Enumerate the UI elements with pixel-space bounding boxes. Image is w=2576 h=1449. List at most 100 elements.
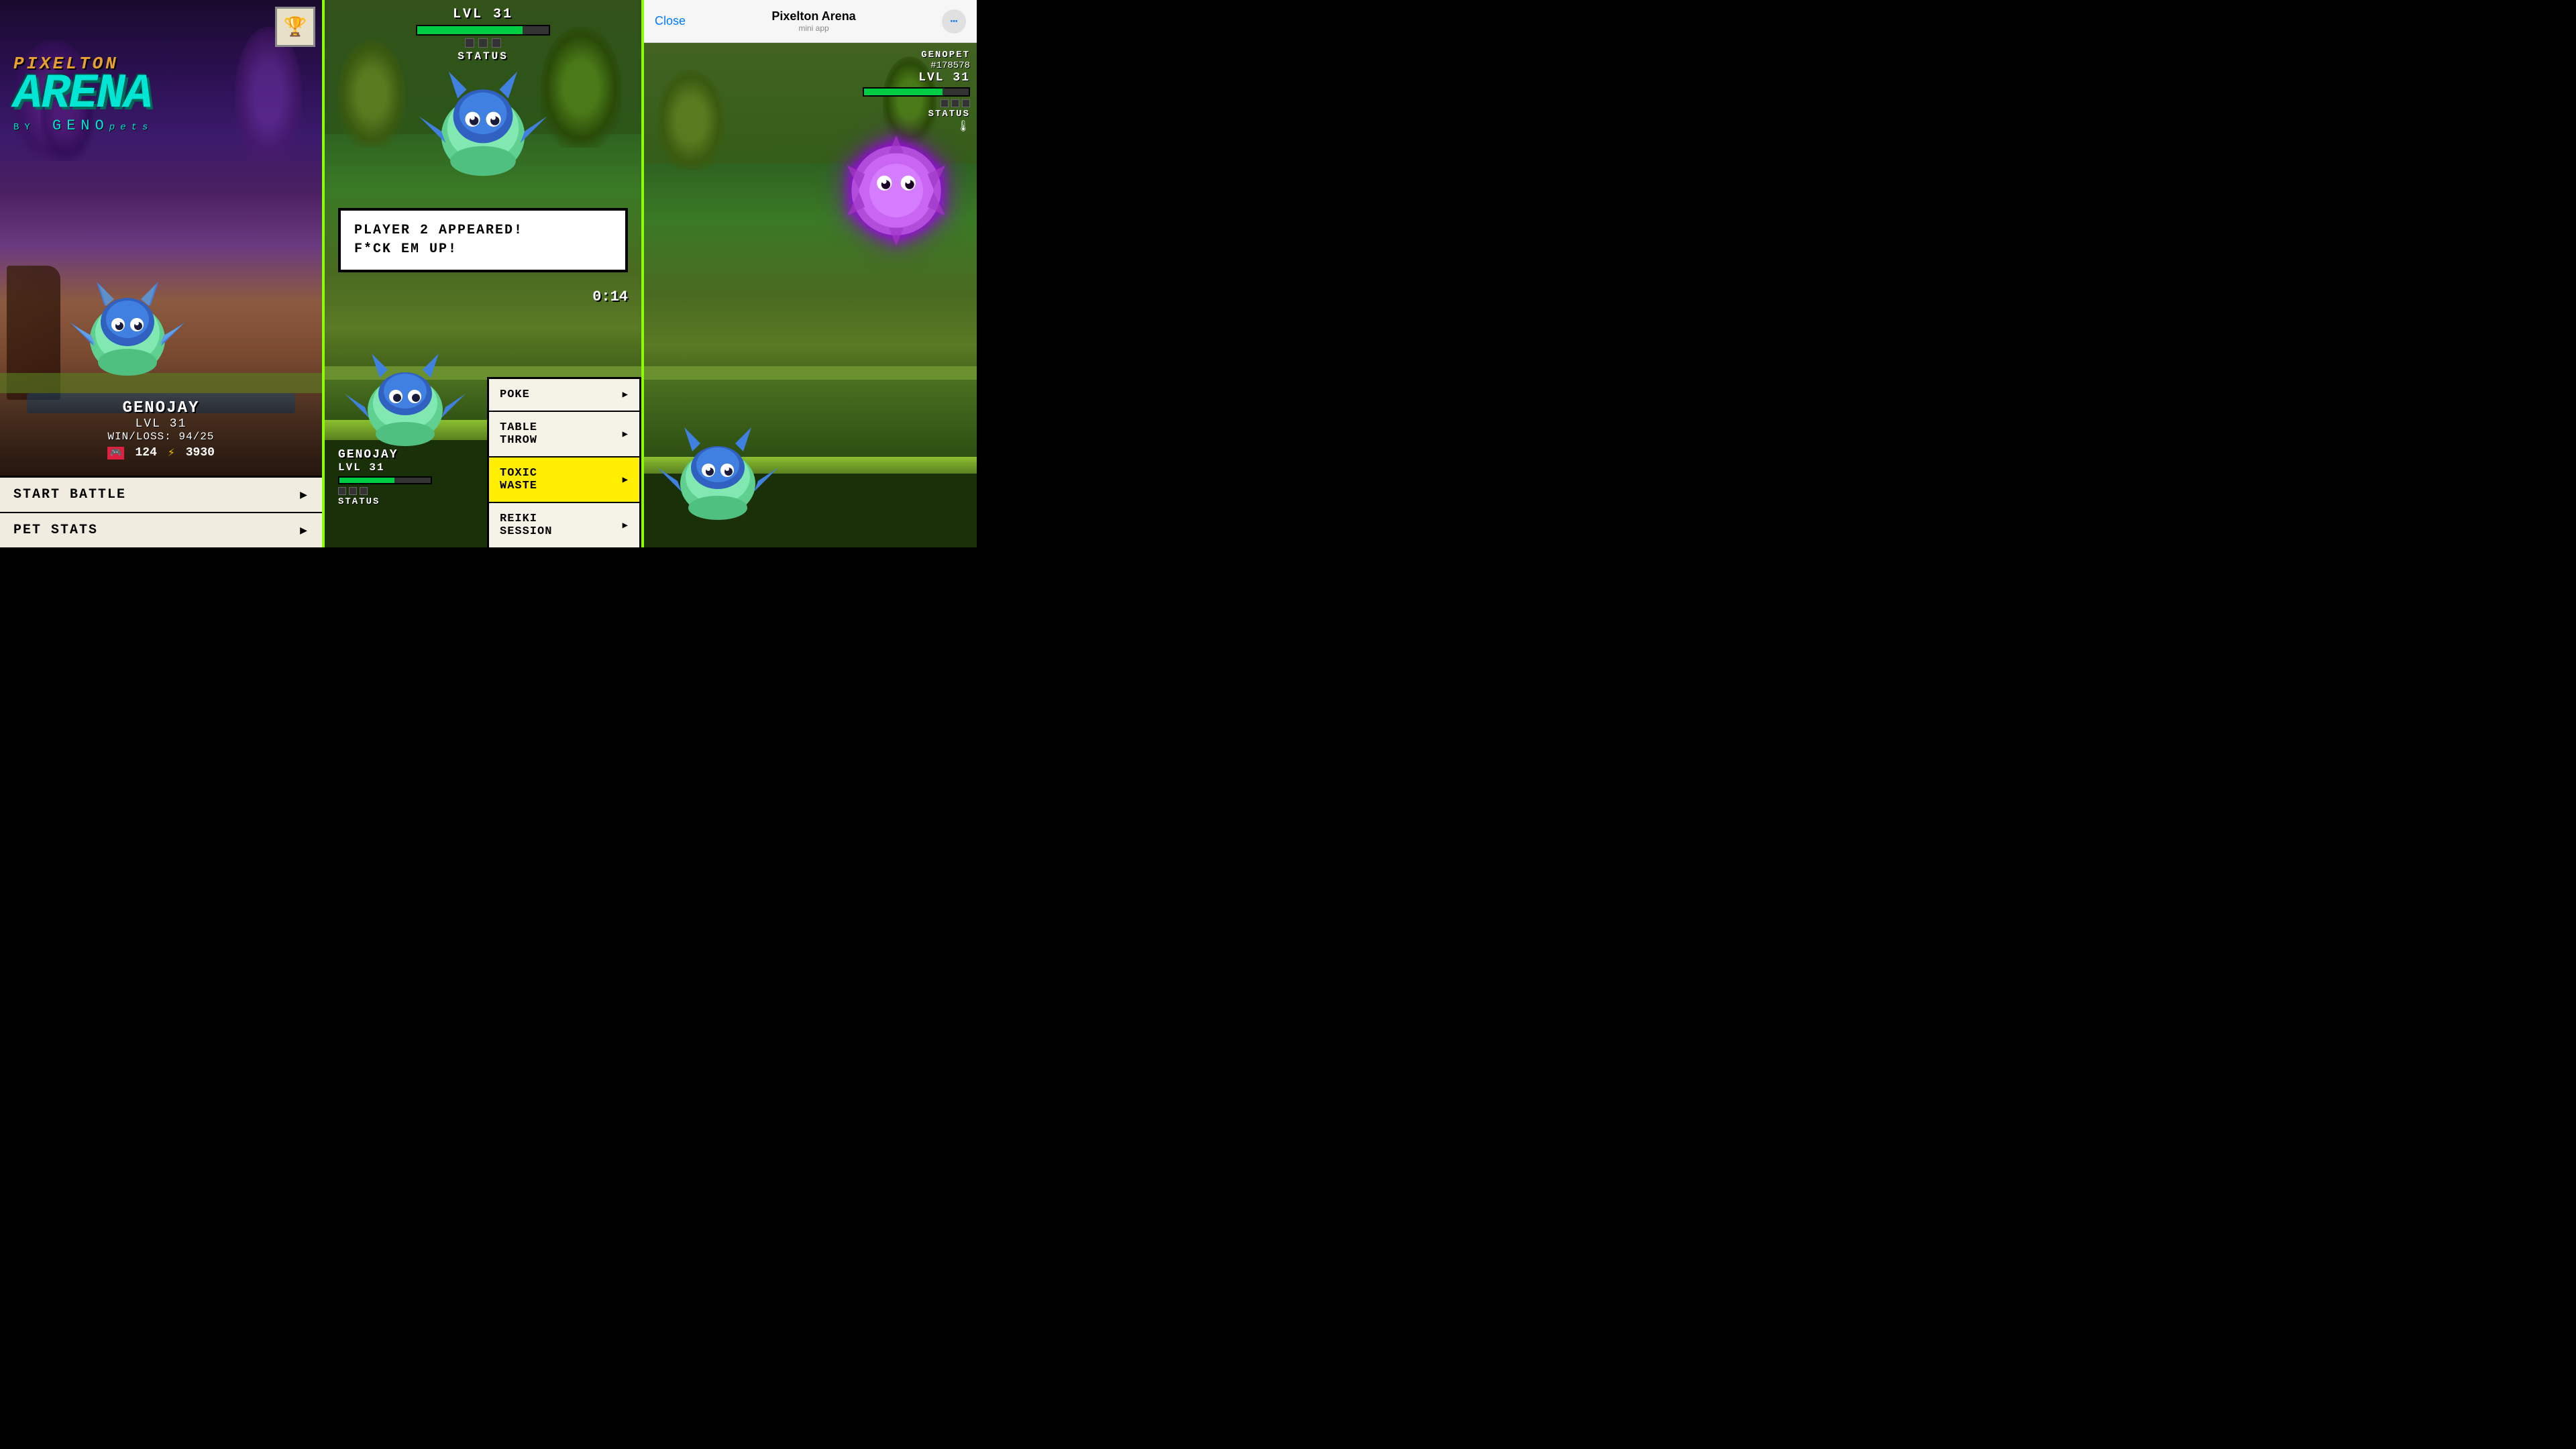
status-dot-1: [465, 38, 474, 48]
poke-label: POKE: [500, 388, 530, 401]
genopet-label: GENOPET: [863, 50, 970, 60]
game-title: PIXELTON ARENA BY GENOpets: [13, 54, 153, 134]
action-table-throw[interactable]: TABLETHROW ▶: [489, 412, 639, 458]
right-pet-info: GENOPET #178578 LVL 31 STATUS 🌡: [863, 50, 970, 133]
app-name: Pixelton Arena: [771, 9, 855, 23]
battle-msg-line1: PLAYER 2 APPEARED!: [354, 223, 523, 238]
pet-level: LVL 31: [107, 417, 215, 431]
by-geno-text: BY GENOpets: [13, 117, 153, 134]
action-menu: POKE ▶ TABLETHROW ▶ TOXICWASTE ▶ REIKISE…: [487, 377, 641, 547]
status-dot-3: [492, 38, 501, 48]
r-dot-3: [962, 99, 970, 107]
right-player-creature: [657, 417, 778, 524]
losses-value: 25: [200, 431, 214, 443]
right-player-sprite: [657, 417, 778, 527]
r-dot-2: [951, 99, 959, 107]
pet-stats-label: PET STATS: [13, 523, 98, 538]
action-reiki-session[interactable]: REIKISESSION ▶: [489, 503, 639, 547]
bg-tree-2: [235, 27, 302, 161]
p-dot-2: [349, 487, 357, 495]
table-throw-arrow: ▶: [623, 429, 629, 440]
table-throw-label: TABLETHROW: [500, 421, 537, 447]
pet-name: GENOJAY: [107, 399, 215, 417]
start-battle-label: START BATTLE: [13, 487, 126, 502]
battle-msg-line2: F*CK EM UP!: [354, 241, 458, 257]
energy-value: 3930: [186, 446, 215, 460]
opponent-stats: LVL 31 STATUS: [325, 7, 641, 62]
toxic-waste-label: TOXICWASTE: [500, 467, 537, 492]
pet-winloss: WIN/LOSS: 94/25: [107, 431, 215, 443]
pet-stats-arrow: ▶: [300, 523, 309, 538]
genopet-level: LVL 31: [863, 71, 970, 85]
player-sprite: [345, 343, 466, 453]
right-ground-line: [644, 366, 977, 380]
opponent-status-dots: [325, 38, 641, 48]
app-subtitle: mini app: [771, 23, 855, 33]
player-name: GENOJAY: [338, 448, 432, 462]
opponent-sprite: [416, 54, 550, 191]
app-title-group: Pixelton Arena mini app: [771, 9, 855, 33]
mid-panel: LVL 31 STATUS: [322, 0, 644, 547]
more-icon: ⋯: [951, 14, 958, 29]
pet-stats-button[interactable]: PET STATS ▶: [0, 513, 322, 547]
coin-icon: 🎮: [107, 447, 124, 460]
player-creature: [345, 343, 466, 450]
p-dot-3: [360, 487, 368, 495]
arena-text: ARENA: [13, 74, 153, 115]
geno-label: GENO: [52, 117, 109, 134]
action-poke[interactable]: POKE ▶: [489, 379, 639, 412]
action-toxic-waste[interactable]: TOXICWASTE ▶: [489, 458, 639, 503]
pets-label: pets: [109, 122, 154, 133]
right-status-dots: [863, 99, 970, 107]
right-tree-1: [657, 70, 724, 170]
toxic-waste-arrow: ▶: [623, 474, 629, 486]
player-hp-fill: [339, 478, 394, 483]
left-pet-sprite: [67, 266, 188, 386]
genopet-id: #178578: [863, 60, 970, 71]
right-hp-fill: [864, 89, 943, 95]
thermometer-icon: 🌡: [863, 119, 970, 133]
opponent-hp-fill: [417, 26, 523, 34]
left-menu: START BATTLE ▶ PET STATS ▶: [0, 476, 322, 547]
coin-value: 124: [135, 446, 156, 460]
opponent-level: LVL 31: [325, 7, 641, 22]
close-button[interactable]: Close: [655, 14, 686, 28]
app-header: Close Pixelton Arena mini app ⋯: [644, 0, 977, 43]
player-status-dots: [338, 487, 432, 495]
player-stats: GENOJAY LVL 31 STATUS: [338, 448, 432, 507]
r-dot-1: [941, 99, 949, 107]
genojay-sprite: [67, 266, 188, 386]
player-status-label: STATUS: [338, 496, 432, 507]
winloss-label: WIN/LOSS:: [107, 431, 171, 443]
pet-info: GENOJAY LVL 31 WIN/LOSS: 94/25 🎮 124 ⚡ 3…: [107, 399, 215, 460]
player-level: LVL 31: [338, 462, 432, 474]
player-hp-bar: [338, 476, 432, 484]
opponent-status-label: STATUS: [325, 50, 641, 62]
reiki-session-arrow: ▶: [623, 520, 629, 531]
opponent-hp-bar: [416, 25, 550, 36]
by-label: BY: [13, 122, 36, 133]
battle-message-box: PLAYER 2 APPEARED! F*CK EM UP!: [338, 208, 628, 272]
more-button[interactable]: ⋯: [942, 9, 966, 34]
battle-message: PLAYER 2 APPEARED! F*CK EM UP!: [354, 221, 612, 259]
start-battle-button[interactable]: START BATTLE ▶: [0, 478, 322, 513]
status-dot-2: [478, 38, 488, 48]
trophy-button[interactable]: 🏆: [275, 7, 315, 47]
pet-stats-row: 🎮 124 ⚡ 3930: [107, 445, 215, 460]
poke-arrow: ▶: [623, 389, 629, 400]
trophy-icon: 🏆: [284, 15, 307, 39]
p-dot-1: [338, 487, 346, 495]
enemy-creature: [829, 123, 963, 258]
energy-icon: ⚡: [168, 445, 175, 460]
left-panel: 🏆 PIXELTON ARENA BY GENOpets: [0, 0, 322, 547]
opponent-creature: [416, 54, 550, 188]
right-panel: Close Pixelton Arena mini app ⋯ GENOPET …: [644, 0, 977, 547]
right-status-label: STATUS: [863, 109, 970, 119]
reiki-session-label: REIKISESSION: [500, 513, 552, 538]
battle-timer: 0:14: [592, 288, 628, 305]
enemy-sprite: [829, 123, 963, 261]
right-hp-bar: [863, 87, 970, 97]
start-battle-arrow: ▶: [300, 488, 309, 502]
right-game-area: GENOPET #178578 LVL 31 STATUS 🌡: [644, 43, 977, 547]
wins-value: 94: [179, 431, 193, 443]
